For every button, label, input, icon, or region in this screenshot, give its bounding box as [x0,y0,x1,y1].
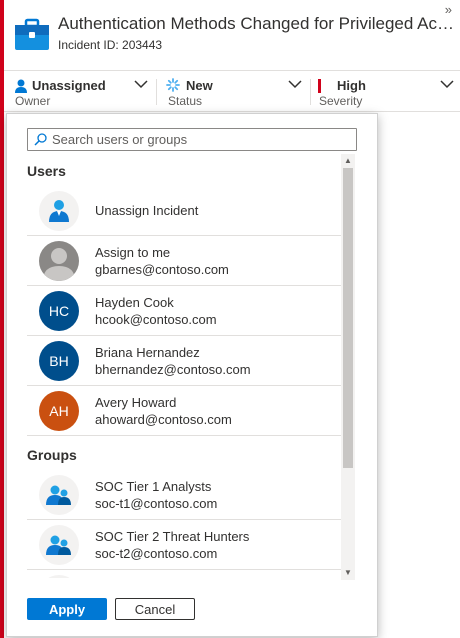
avatar: BH [39,341,79,381]
list-item-name: Briana Hernandez [95,345,200,360]
list-item-name: SOC Tier 1 Analysts [95,479,212,494]
severity-dropdown[interactable]: High Severity [316,71,456,111]
person-icon [15,79,27,93]
unassign-avatar [39,191,79,231]
group-avatar [39,525,79,565]
incident-title: Authentication Methods Changed for Privi… [58,14,454,33]
person-icon [49,200,69,222]
incident-fields-bar: Unassigned Owner New Status High Severit… [4,70,460,112]
group-icon [46,535,71,555]
scrollbar-thumb[interactable] [343,168,353,468]
list-item-user[interactable]: AH Avery Howard ahoward@contoso.com [27,386,341,436]
assignee-list: Users Unassign Incident Assign to me gba… [7,158,357,578]
list-item-name: SOC Tier 2 Threat Hunters [95,529,250,544]
cancel-button[interactable]: Cancel [115,598,195,620]
group-icon [46,485,71,505]
status-dropdown[interactable]: New Status [164,71,304,111]
list-item-unassign[interactable]: Unassign Incident [27,186,341,236]
list-item-user[interactable]: HC Hayden Cook hcook@contoso.com [27,286,341,336]
owner-value: Unassigned [32,78,106,93]
search-input[interactable] [52,130,352,149]
list-item-email: soc-t1@contoso.com [95,496,218,511]
scroll-down-arrow-icon[interactable]: ▼ [341,566,355,580]
search-icon [34,133,47,146]
list-item-email: gbarnes@contoso.com [95,262,229,277]
group-avatar [39,575,79,578]
list-item-name: Hayden Cook [95,295,174,310]
owner-label: Owner [15,94,51,108]
severity-high-marker [318,79,321,93]
list-item-email: soc-t2@contoso.com [95,546,218,561]
status-value: New [186,78,213,93]
chevron-down-icon [134,80,148,89]
field-divider [310,79,311,105]
list-item-group-partial[interactable] [27,570,341,578]
apply-button[interactable]: Apply [27,598,107,620]
avatar [39,241,79,281]
avatar: HC [39,291,79,331]
section-heading-users: Users [27,163,66,179]
severity-value: High [337,78,366,93]
list-item-group[interactable]: SOC Tier 1 Analysts soc-t1@contoso.com [27,470,341,520]
status-label: Status [168,94,203,108]
scroll-up-arrow-icon[interactable]: ▲ [341,154,355,168]
group-avatar [39,475,79,515]
list-item-email: bhernandez@contoso.com [95,362,251,377]
list-scrollbar[interactable]: ▲ ▼ [341,154,355,580]
chevron-down-icon [288,80,302,89]
list-item-email: hcook@contoso.com [95,312,217,327]
severity-label: Severity [319,94,363,108]
avatar: AH [39,391,79,431]
person-placeholder-icon [43,248,75,281]
list-item-user[interactable]: BH Briana Hernandez bhernandez@contoso.c… [27,336,341,386]
list-item-name: Assign to me [95,245,171,260]
owner-picker-panel: Users Unassign Incident Assign to me gba… [6,113,378,637]
expand-icon[interactable]: » [445,2,452,17]
list-item-email: ahoward@contoso.com [95,412,232,427]
briefcase-icon [15,18,49,50]
incident-header: Authentication Methods Changed for Privi… [4,0,460,70]
chevron-down-icon [440,80,454,89]
list-item-label: Unassign Incident [95,203,199,218]
search-box[interactable] [27,128,357,151]
owner-dropdown[interactable]: Unassigned Owner [12,71,152,111]
list-item-name: Avery Howard [95,395,177,410]
list-item-group[interactable]: SOC Tier 2 Threat Hunters soc-t2@contoso… [27,520,341,570]
incident-id: Incident ID: 203443 [58,38,163,52]
status-new-icon [166,78,180,92]
field-divider [156,79,157,105]
list-item-assign-to-me[interactable]: Assign to me gbarnes@contoso.com [27,236,341,286]
section-heading-groups: Groups [27,447,77,463]
